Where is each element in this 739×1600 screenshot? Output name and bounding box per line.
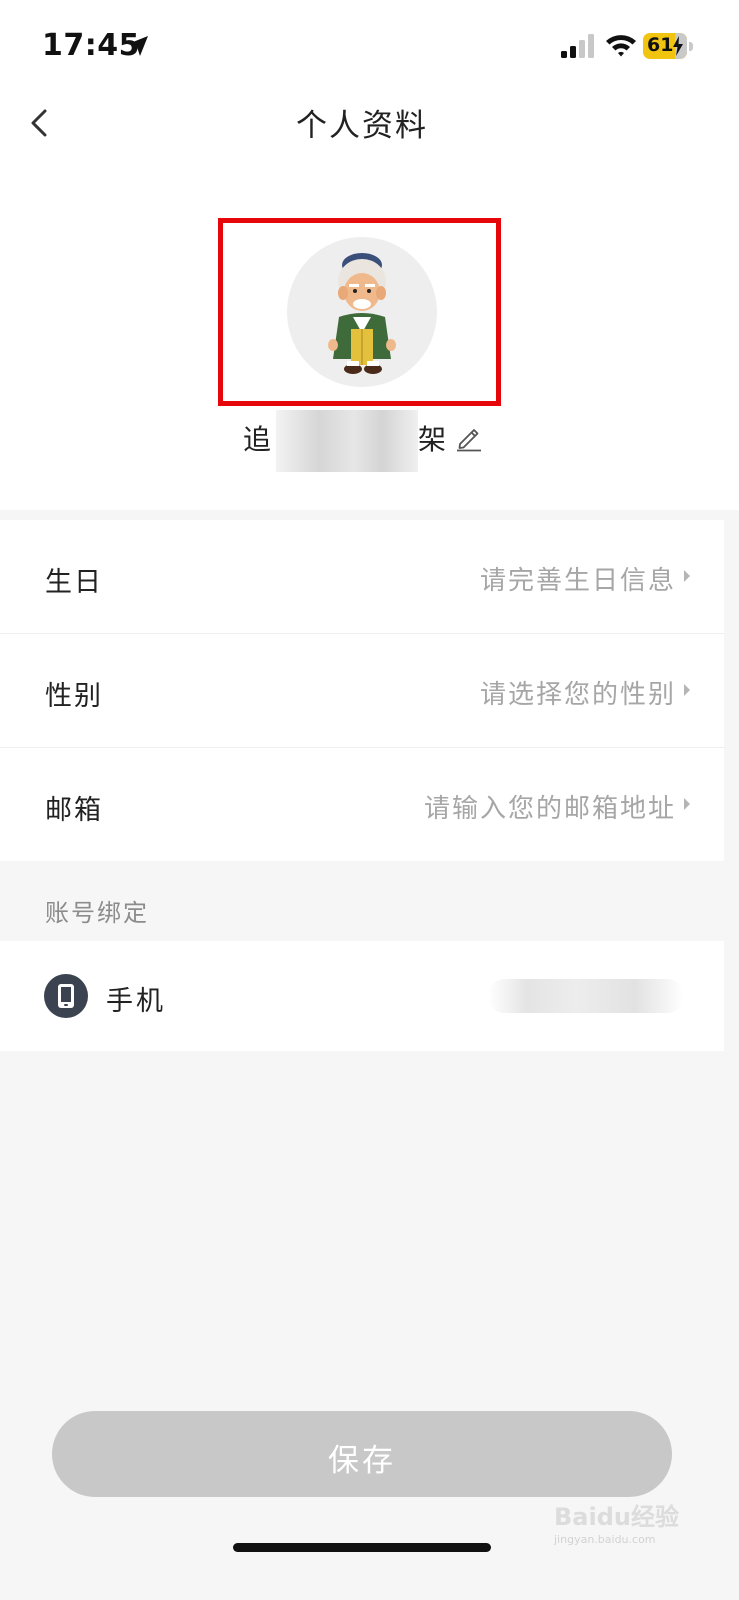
gender-label: 性别: [45, 681, 103, 712]
avatar-highlight-frame[interactable]: [218, 218, 501, 406]
list-item-birthday[interactable]: 生日 请完善生日信息: [0, 520, 724, 633]
chevron-right-icon: [684, 570, 690, 582]
wifi-icon: [606, 35, 636, 57]
battery-indicator: 61: [643, 33, 693, 59]
pencil-edit-icon[interactable]: [455, 424, 483, 452]
nickname-redacted-blur: [276, 410, 418, 472]
email-value: 请输入您的邮箱地址: [423, 794, 676, 824]
save-button[interactable]: 保存: [52, 1411, 672, 1497]
chevron-right-icon: [684, 798, 690, 810]
birthday-label: 生日: [45, 567, 103, 598]
home-indicator: [233, 1543, 491, 1552]
nickname-end: 架: [418, 423, 447, 456]
baidu-watermark-url: jingyan.baidu.com: [554, 1533, 656, 1546]
page-title: 个人资料: [296, 108, 428, 144]
birthday-value: 请完善生日信息: [479, 566, 676, 596]
baidu-watermark: Baidu经验: [554, 1503, 679, 1531]
phone-number-redacted-blur: [488, 979, 684, 1013]
email-label: 邮箱: [45, 795, 103, 826]
nickname-start: 追: [243, 423, 272, 456]
avatar[interactable]: [287, 237, 437, 387]
status-bar: 17:45 61: [0, 0, 739, 92]
phone-label: 手机: [106, 986, 166, 1017]
charging-bolt-icon: [673, 36, 683, 56]
avatar-cartoon-elder-image: [328, 253, 396, 374]
list-item-phone[interactable]: 手机: [0, 941, 724, 1051]
list-item-gender[interactable]: 性别 请选择您的性别: [0, 634, 724, 747]
cellular-signal-icon: [561, 34, 594, 58]
account-binding-section-title: 账号绑定: [45, 899, 149, 927]
list-item-email[interactable]: 邮箱 请输入您的邮箱地址: [0, 748, 724, 861]
phone-icon: [44, 974, 88, 1018]
chevron-right-icon: [684, 684, 690, 696]
location-arrow-icon: [128, 36, 148, 56]
profile-fields-list: 生日 请完善生日信息 性别 请选择您的性别 邮箱 请输入您的邮箱地址: [0, 520, 724, 861]
save-button-label: 保存: [328, 1443, 396, 1479]
gender-value: 请选择您的性别: [479, 680, 676, 710]
battery-icon: 61: [643, 33, 687, 59]
battery-level: 61: [647, 34, 674, 56]
